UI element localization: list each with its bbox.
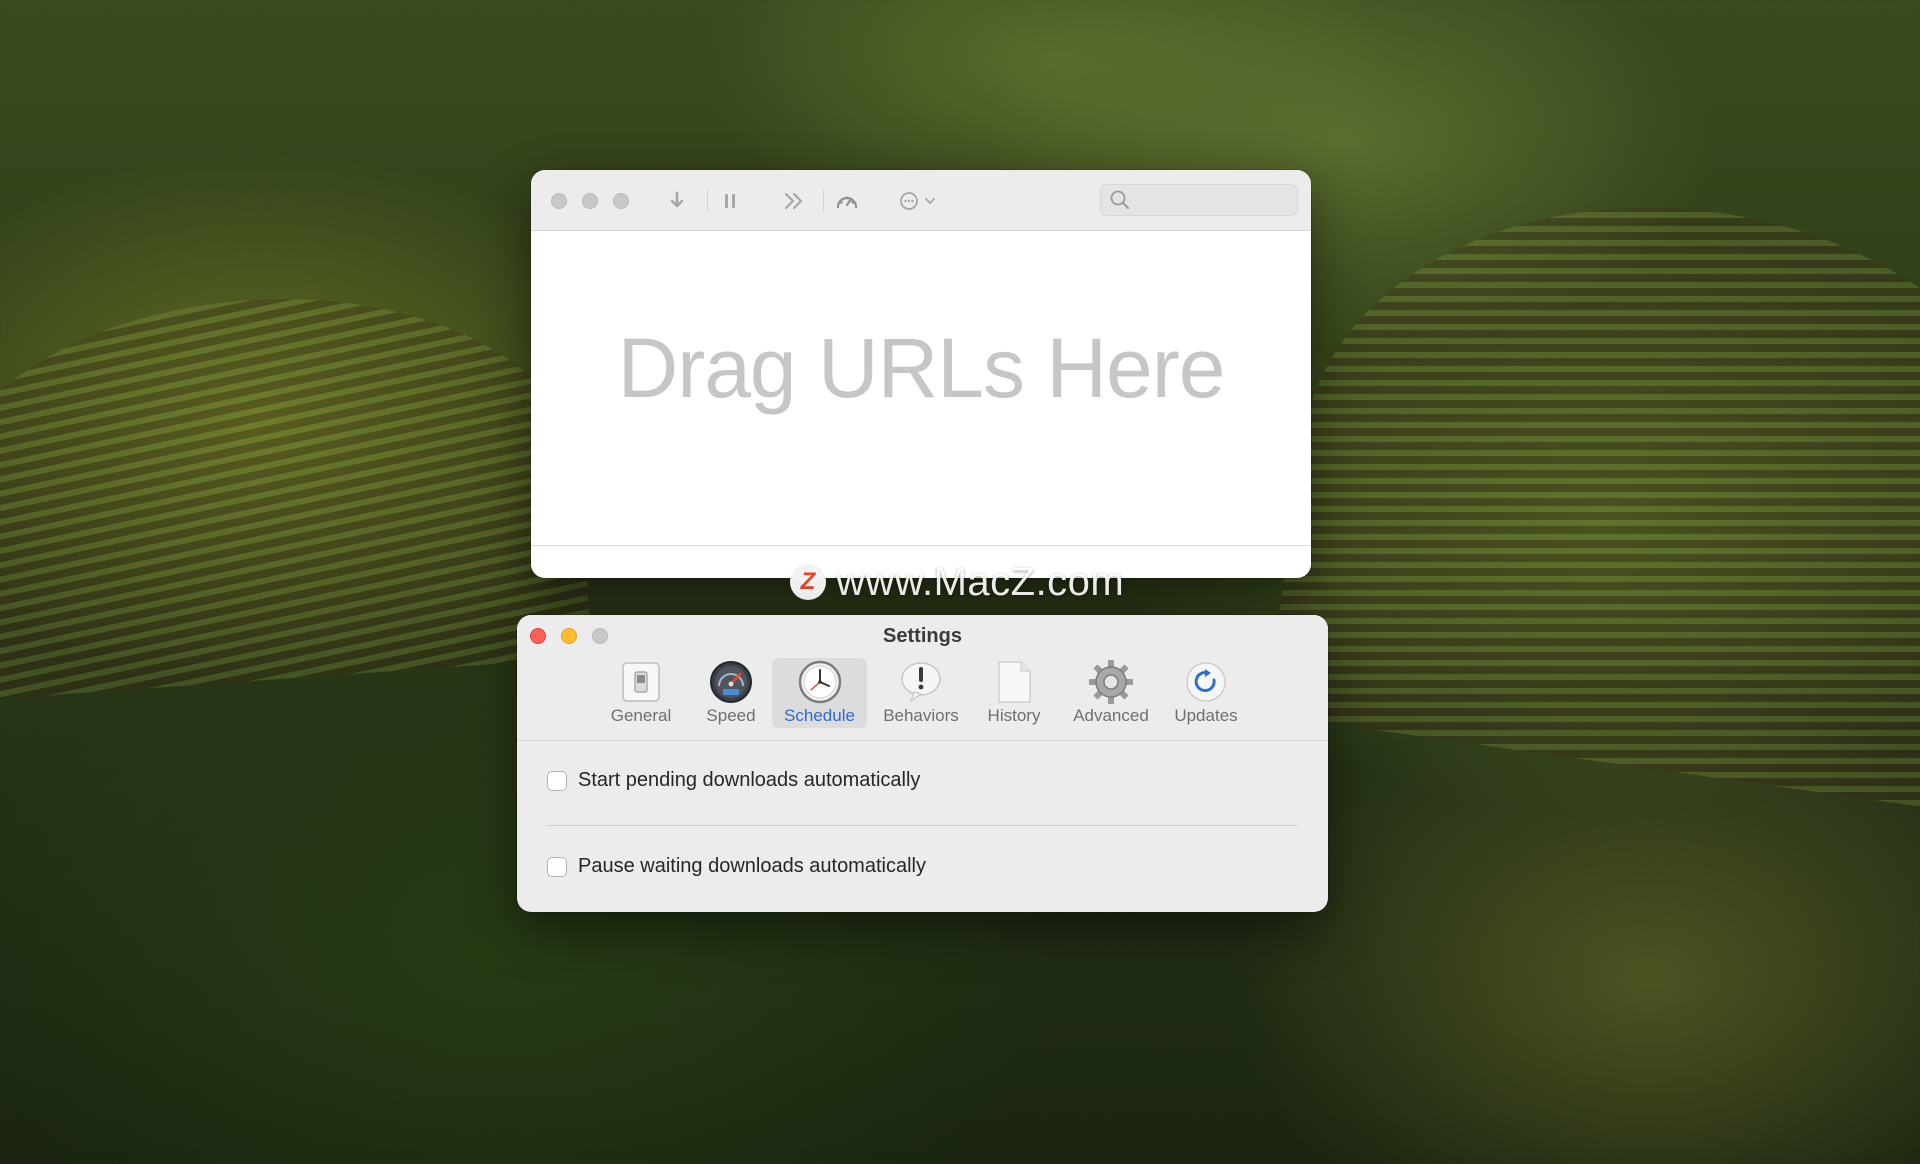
tab-advanced[interactable]: Advanced — [1063, 658, 1159, 728]
pause-icon — [725, 194, 735, 208]
tab-label: Updates — [1174, 706, 1238, 725]
settings-title: Settings — [883, 625, 962, 647]
pause-waiting-checkbox[interactable] — [547, 856, 567, 877]
tab-schedule[interactable]: Schedule — [772, 658, 867, 728]
tab-speed[interactable]: Speed — [693, 658, 769, 728]
more-actions-menu[interactable] — [893, 188, 941, 214]
tab-label: Schedule — [784, 706, 855, 725]
ellipsis-circle-icon — [899, 192, 918, 210]
tab-behaviors[interactable]: Behaviors — [874, 658, 968, 728]
option-row: Start pending downloads automatically — [547, 769, 920, 792]
zoom-button[interactable] — [613, 193, 629, 209]
start-pending-checkbox[interactable] — [547, 770, 567, 791]
download-button[interactable] — [662, 188, 692, 214]
speedometer-icon — [710, 661, 752, 703]
tab-general[interactable]: General — [603, 658, 679, 728]
watermark-text: www.MacZ.com — [836, 559, 1125, 604]
main-toolbar — [531, 170, 1311, 231]
watermark-logo: Z — [790, 564, 826, 600]
settings-window: Settings General Speed Schedule Behavior… — [517, 615, 1328, 912]
drop-prompt: Drag URLs Here — [617, 320, 1226, 415]
wallpaper-vineyard-left — [0, 278, 593, 702]
wallpaper-vineyard-right — [1264, 159, 1920, 821]
toolbar-separator — [707, 190, 708, 212]
pause-button[interactable] — [715, 188, 745, 214]
double-chevron-icon — [784, 192, 803, 210]
tab-label: Speed — [706, 706, 756, 725]
speedometer-icon — [836, 196, 858, 209]
tab-label: Advanced — [1073, 706, 1149, 725]
search-icon — [1110, 190, 1129, 209]
tab-label: Behaviors — [883, 706, 959, 725]
light-switch-icon — [622, 662, 660, 702]
exclamation-bubble-icon — [901, 662, 941, 703]
clock-icon — [798, 660, 841, 704]
pause-waiting-label[interactable]: Pause waiting downloads automatically — [578, 855, 926, 878]
speed-limit-button[interactable] — [832, 188, 862, 214]
chevron-down-icon — [924, 198, 935, 204]
minimize-button[interactable] — [582, 193, 598, 209]
tab-history[interactable]: History — [975, 658, 1053, 728]
document-icon — [998, 661, 1031, 703]
watermark: Z www.MacZ.com — [790, 560, 1124, 604]
divider — [547, 825, 1298, 826]
url-drop-area[interactable]: Drag URLs Here — [531, 231, 1311, 545]
search-input[interactable] — [1135, 185, 1289, 217]
tab-label: History — [987, 706, 1041, 725]
toolbar-separator — [823, 190, 824, 212]
settings-toolbar: Settings General Speed Schedule Behavior… — [517, 615, 1328, 741]
skip-button[interactable] — [779, 188, 809, 214]
option-row: Pause waiting downloads automatically — [547, 855, 926, 878]
close-button[interactable] — [551, 193, 567, 209]
tab-label: General — [610, 706, 672, 725]
search-field[interactable] — [1100, 184, 1298, 217]
main-window: Drag URLs Here — [531, 170, 1311, 578]
tab-updates[interactable]: Updates — [1164, 658, 1248, 728]
down-arrow-icon — [670, 191, 684, 208]
start-pending-label[interactable]: Start pending downloads automatically — [578, 769, 920, 792]
refresh-icon — [1186, 662, 1226, 702]
gear-icon — [1089, 660, 1133, 704]
